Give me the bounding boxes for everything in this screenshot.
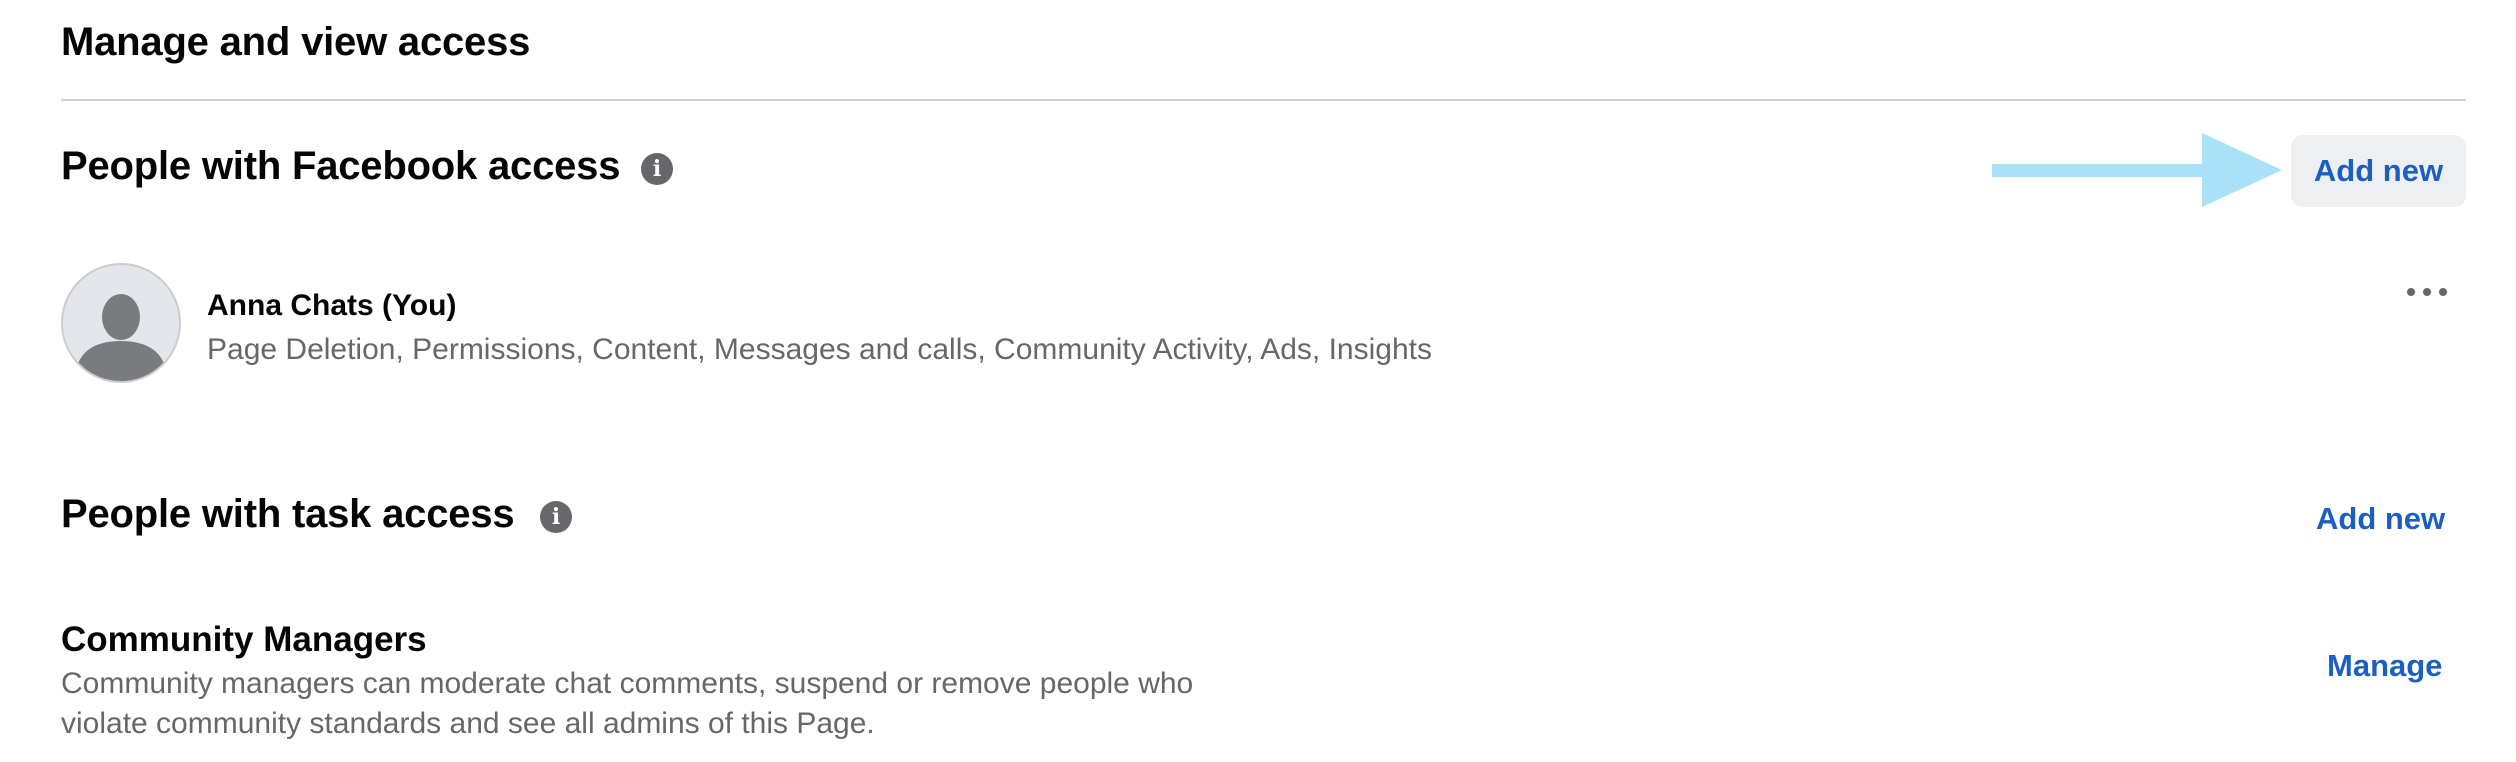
person-name: Anna Chats (You) [207, 289, 457, 322]
more-dot [2407, 288, 2415, 296]
facebook-access-title: People with Facebook access [61, 144, 621, 188]
info-icon[interactable]: i [540, 501, 572, 533]
role-title: Community Managers [61, 620, 427, 659]
info-icon[interactable]: i [641, 153, 673, 185]
manage-button[interactable]: Manage [2327, 648, 2442, 684]
more-options-icon[interactable] [2407, 278, 2447, 306]
pointer-arrow-icon [1992, 133, 2282, 207]
person-permissions: Page Deletion, Permissions, Content, Mes… [207, 333, 1432, 366]
add-facebook-access-button[interactable]: Add new [2291, 135, 2466, 207]
default-avatar-icon [61, 263, 181, 383]
role-description-line: Community managers can moderate chat com… [61, 667, 1194, 700]
task-access-title: People with task access [61, 492, 515, 536]
more-dot [2423, 288, 2431, 296]
role-description: Community managers can moderate chat com… [61, 664, 1311, 744]
role-description-line: violate community standards and see all … [61, 707, 875, 740]
header-divider [61, 99, 2466, 101]
more-dot [2439, 288, 2447, 296]
page-title: Manage and view access [61, 20, 531, 64]
add-task-access-button[interactable]: Add new [2316, 501, 2445, 537]
